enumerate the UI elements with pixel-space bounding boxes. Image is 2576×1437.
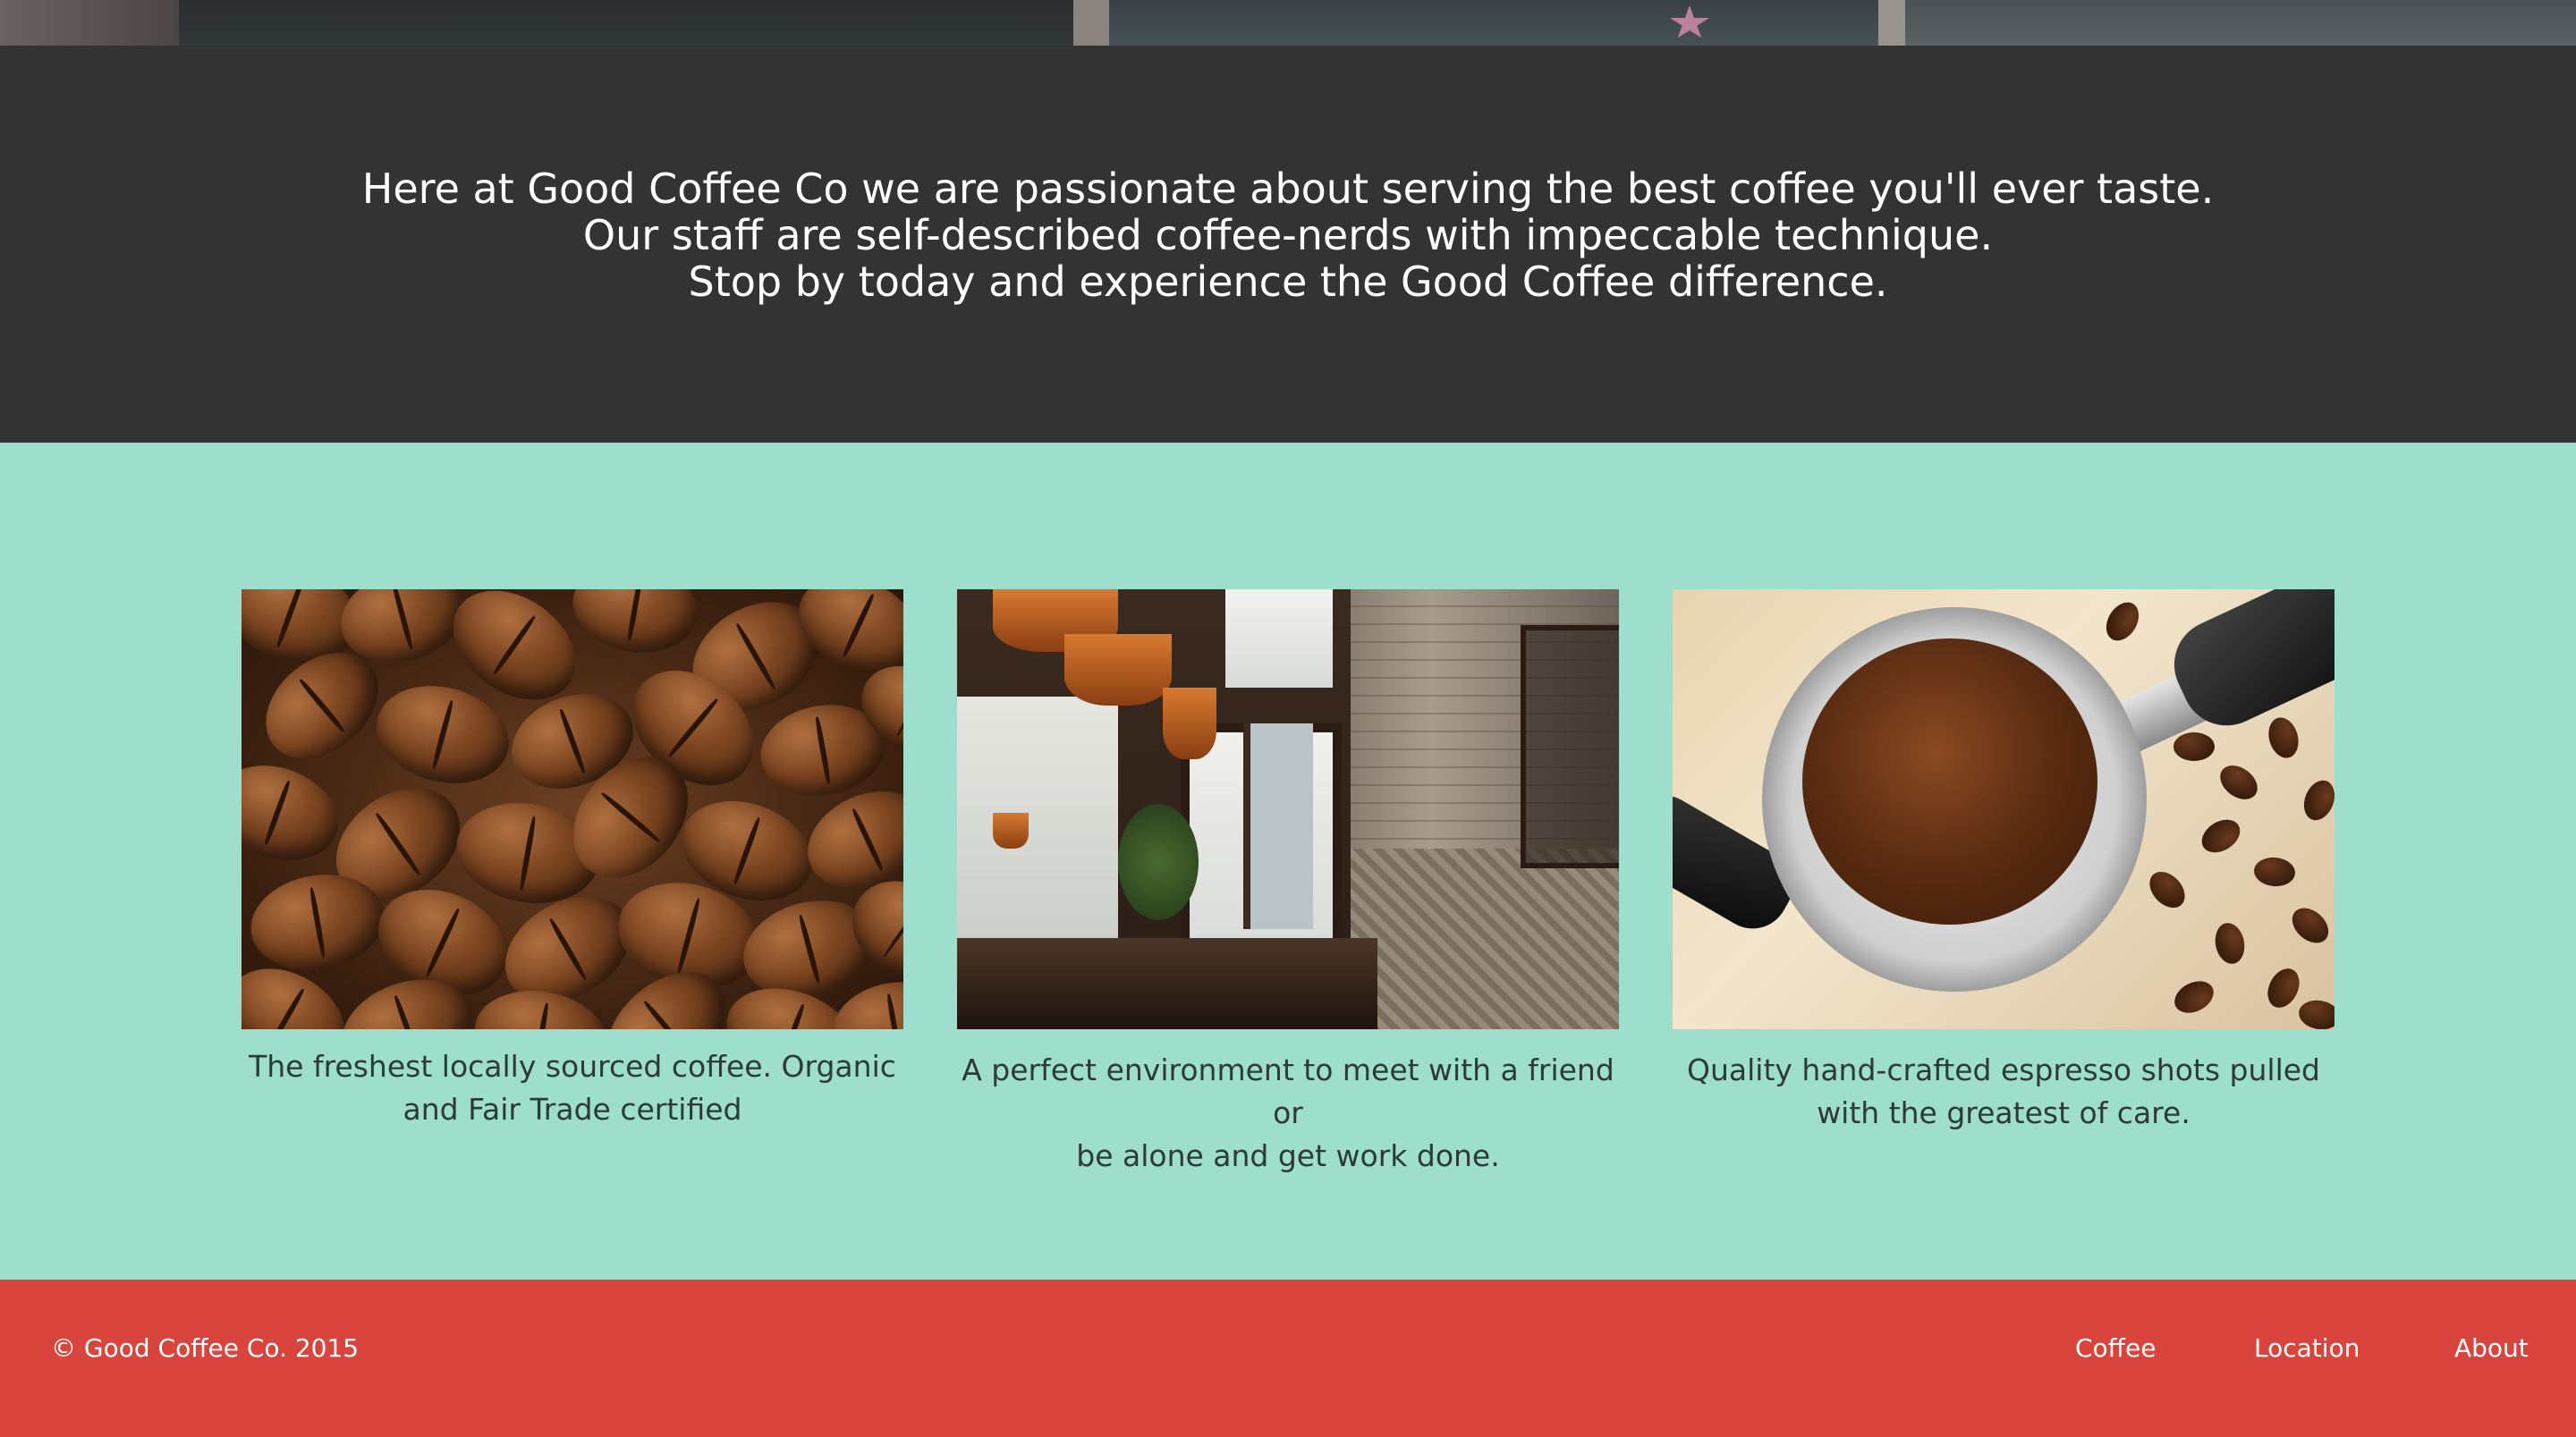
intro-section: Here at Good Coffee Co we are passionate… (0, 46, 2576, 443)
caption-line: with the greatest of care. (1817, 1095, 2190, 1130)
caption-line: and Fair Trade certified (402, 1092, 742, 1127)
feature-caption: Quality hand-crafted espresso shots pull… (1673, 1049, 2334, 1135)
coffee-bean (365, 672, 521, 798)
caption-line: The freshest locally sourced coffee. Org… (249, 1049, 896, 1084)
intro-line: Here at Good Coffee Co we are passionate… (361, 165, 2215, 213)
features-section: The freshest locally sourced coffee. Org… (0, 443, 2576, 1280)
caption-line: Quality hand-crafted espresso shots pull… (1687, 1052, 2320, 1087)
feature-card-environment: A perfect environment to meet with a fri… (957, 589, 1619, 1178)
feature-card-espresso: Quality hand-crafted espresso shots pull… (1673, 589, 2334, 1135)
coffee-bean (2174, 732, 2215, 761)
feature-card-coffee: The freshest locally sourced coffee. Org… (242, 589, 903, 1131)
footer-link-about[interactable]: About (2454, 1333, 2529, 1363)
coffee-bean (2298, 775, 2334, 825)
coffee-bean (2252, 856, 2297, 888)
espresso-portafilter-image (1673, 589, 2334, 1029)
coffee-bean (2261, 963, 2306, 1013)
hero-image (0, 0, 2576, 46)
coffee-bean (2099, 596, 2146, 647)
feature-caption: A perfect environment to meet with a fri… (957, 1049, 1619, 1178)
coffee-beans-image (242, 589, 903, 1029)
footer-link-location[interactable]: Location (2254, 1333, 2360, 1363)
intro-line: Stop by today and experience the Good Co… (688, 258, 1888, 306)
coffee-bean (242, 749, 352, 876)
coffee-bean (2285, 900, 2334, 951)
coffee-bean (2142, 865, 2192, 915)
copyright-text: © Good Coffee Co. 2015 (51, 1333, 360, 1363)
site-footer: © Good Coffee Co. 2015 Coffee Location A… (0, 1280, 2576, 1437)
coffee-bean (2214, 758, 2264, 807)
coffee-bean (2264, 714, 2303, 762)
footer-link-coffee[interactable]: Coffee (2075, 1333, 2156, 1363)
cafe-interior-image (957, 589, 1619, 1029)
intro-text: Here at Good Coffee Co we are passionate… (362, 165, 2214, 305)
coffee-bean (2211, 920, 2249, 967)
coffee-bean (2296, 997, 2334, 1029)
caption-line: A perfect environment to meet with a fri… (962, 1052, 1614, 1130)
coffee-bean (565, 589, 705, 663)
coffee-bean (2169, 975, 2219, 1019)
coffee-bean (2196, 813, 2246, 859)
caption-line: be alone and get work done. (1076, 1138, 1500, 1173)
feature-caption: The freshest locally sourced coffee. Org… (242, 1045, 903, 1131)
intro-line: Our staff are self-described coffee-nerd… (582, 211, 1994, 259)
